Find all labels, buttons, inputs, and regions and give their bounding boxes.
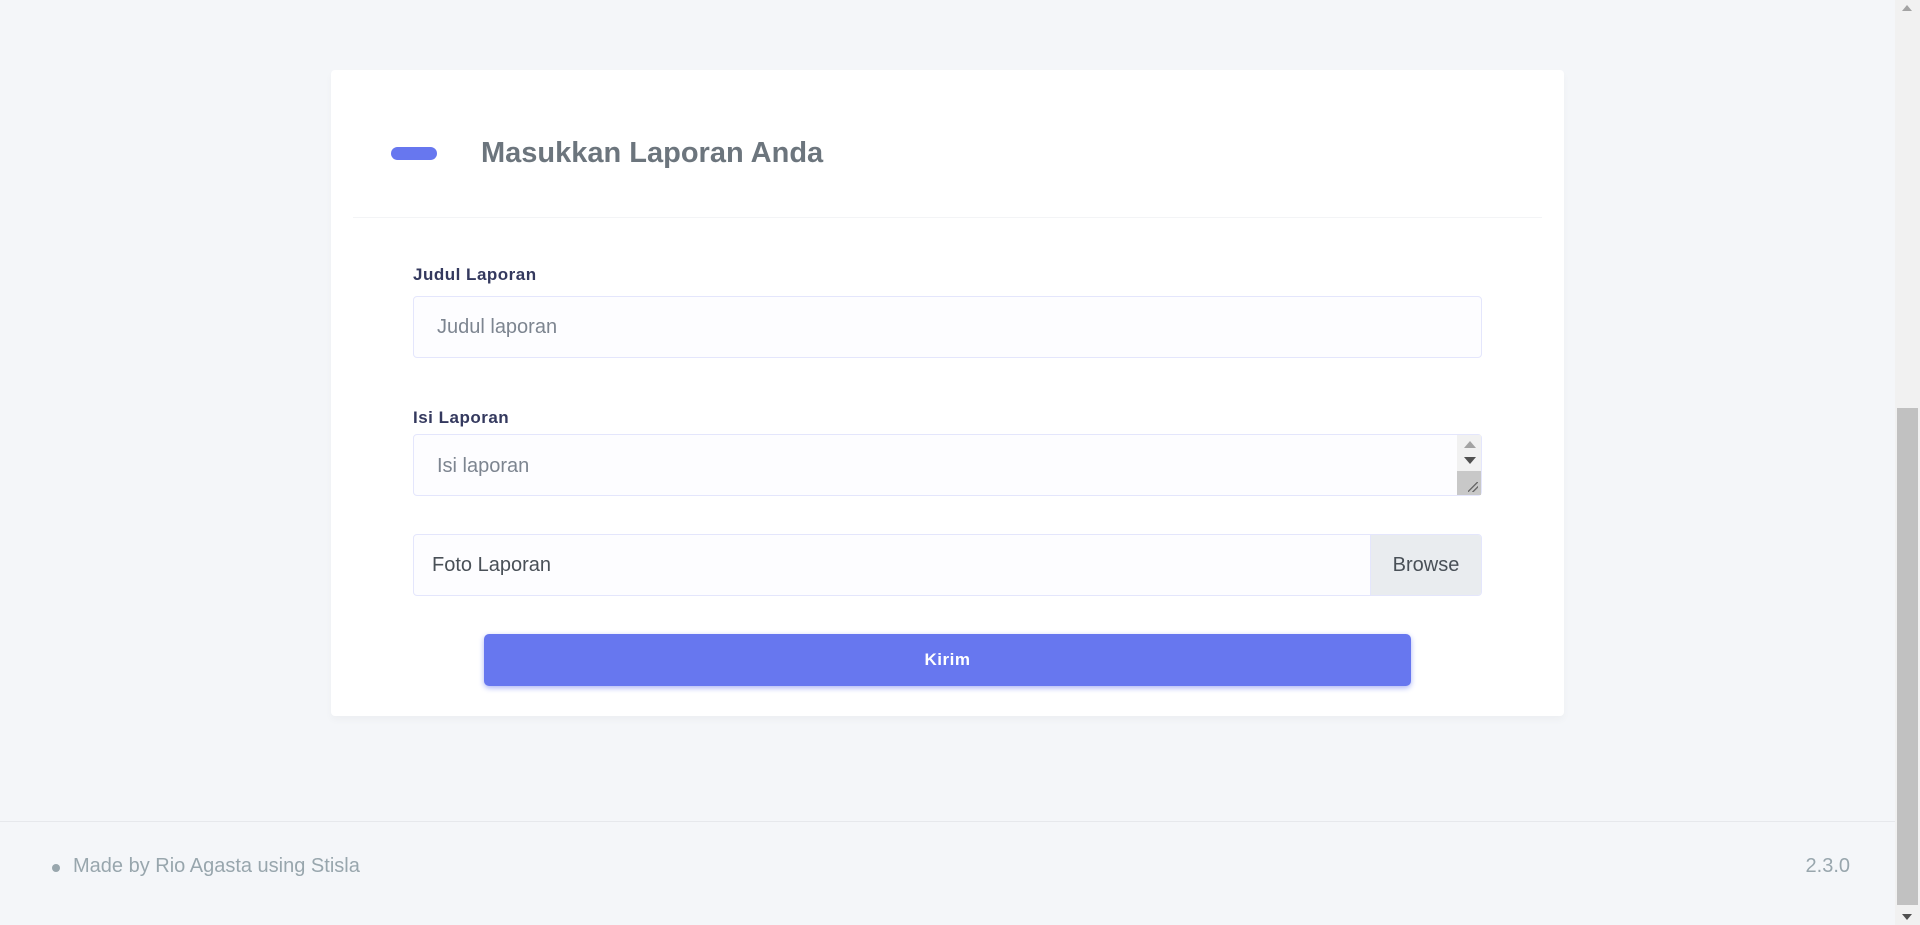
header-accent-bar-icon xyxy=(391,147,437,160)
footer-version: 2.3.0 xyxy=(1805,855,1850,877)
kirim-button[interactable]: Kirim xyxy=(484,634,1411,686)
foto-laporan-label: Foto Laporan xyxy=(432,554,551,576)
page: Masukkan Laporan Anda Judul Laporan Isi … xyxy=(0,0,1920,925)
isi-laporan-textarea[interactable] xyxy=(413,434,1482,496)
judul-laporan-label: Judul Laporan xyxy=(413,265,537,284)
page-scrollbar[interactable] xyxy=(1895,0,1920,925)
foto-laporan-file-input[interactable]: Foto Laporan Browse xyxy=(413,534,1482,596)
page-scroll-down-icon[interactable] xyxy=(1902,914,1912,920)
page-scroll-thumb[interactable] xyxy=(1897,408,1918,905)
isi-laporan-label: Isi Laporan xyxy=(413,408,510,427)
judul-laporan-input[interactable] xyxy=(413,296,1482,358)
footer-bullet-icon xyxy=(52,864,60,872)
footer: Made by Rio Agasta using Stisla 2.3.0 xyxy=(0,821,1895,925)
card-title: Masukkan Laporan Anda xyxy=(481,137,824,169)
page-scroll-up-icon[interactable] xyxy=(1902,5,1912,11)
browse-button[interactable]: Browse xyxy=(1370,535,1481,595)
report-form-card: Masukkan Laporan Anda Judul Laporan Isi … xyxy=(331,70,1564,716)
footer-credit: Made by Rio Agasta using Stisla xyxy=(73,855,360,877)
card-header: Masukkan Laporan Anda xyxy=(353,70,1542,218)
